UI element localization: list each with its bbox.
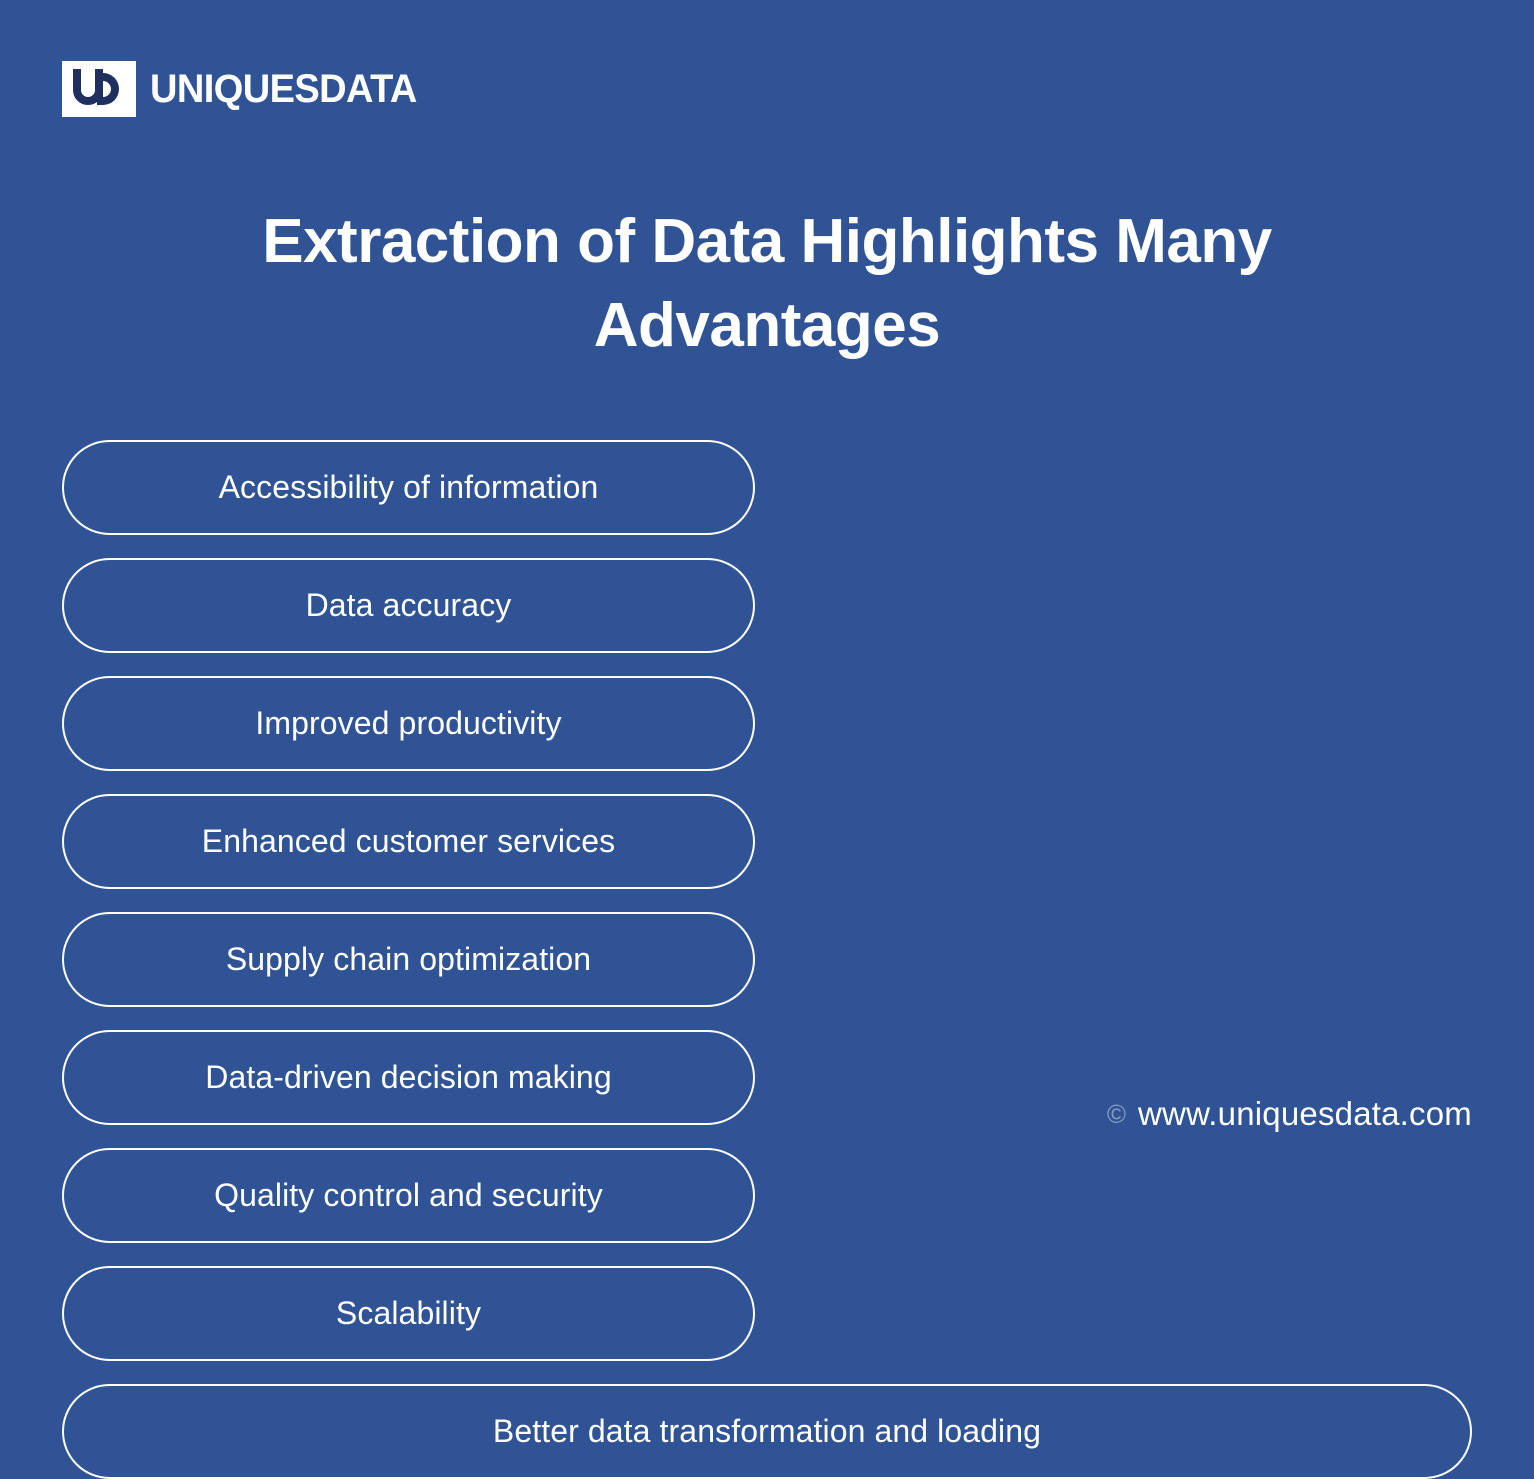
advantage-label: Data-driven decision making bbox=[205, 1059, 612, 1096]
brand-logo: UNIQUESDATA bbox=[62, 58, 431, 120]
footer: © www.uniquesdata.com bbox=[1107, 1097, 1472, 1130]
footer-website-url[interactable]: www.uniquesdata.com bbox=[1138, 1097, 1472, 1130]
advantage-item[interactable]: Supply chain optimization bbox=[62, 912, 755, 1007]
advantage-label: Scalability bbox=[335, 1295, 482, 1332]
advantage-item[interactable]: Better data transformation and loading bbox=[62, 1384, 1472, 1479]
advantage-label: Better data transformation and loading bbox=[492, 1413, 1042, 1450]
ud-monogram-icon bbox=[62, 61, 136, 117]
advantage-item[interactable]: Improved productivity bbox=[62, 676, 755, 771]
advantage-label: Enhanced customer services bbox=[201, 823, 616, 860]
advantage-label: Supply chain optimization bbox=[225, 941, 592, 978]
advantage-item[interactable]: Data-driven decision making bbox=[62, 1030, 755, 1125]
advantage-item[interactable]: Quality control and security bbox=[62, 1148, 755, 1243]
infographic-poster: UNIQUESDATA Extraction of Data Highlight… bbox=[0, 0, 1534, 1479]
page-title: Extraction of Data Highlights Many Advan… bbox=[262, 207, 1272, 361]
brand-wordmark: UNIQUESDATA bbox=[150, 67, 417, 111]
advantages-list: Accessibility of information Data accura… bbox=[62, 440, 1472, 1479]
advantage-item[interactable]: Enhanced customer services bbox=[62, 794, 755, 889]
copyright-icon: © bbox=[1106, 1098, 1127, 1129]
advantage-item[interactable]: Accessibility of information bbox=[62, 440, 755, 535]
advantage-label: Data accuracy bbox=[305, 587, 512, 624]
advantage-label: Improved productivity bbox=[255, 705, 562, 742]
advantage-item[interactable]: Data accuracy bbox=[62, 558, 755, 653]
advantage-label: Accessibility of information bbox=[218, 469, 599, 506]
advantage-label: Quality control and security bbox=[214, 1177, 603, 1214]
advantage-item[interactable]: Scalability bbox=[62, 1266, 755, 1361]
